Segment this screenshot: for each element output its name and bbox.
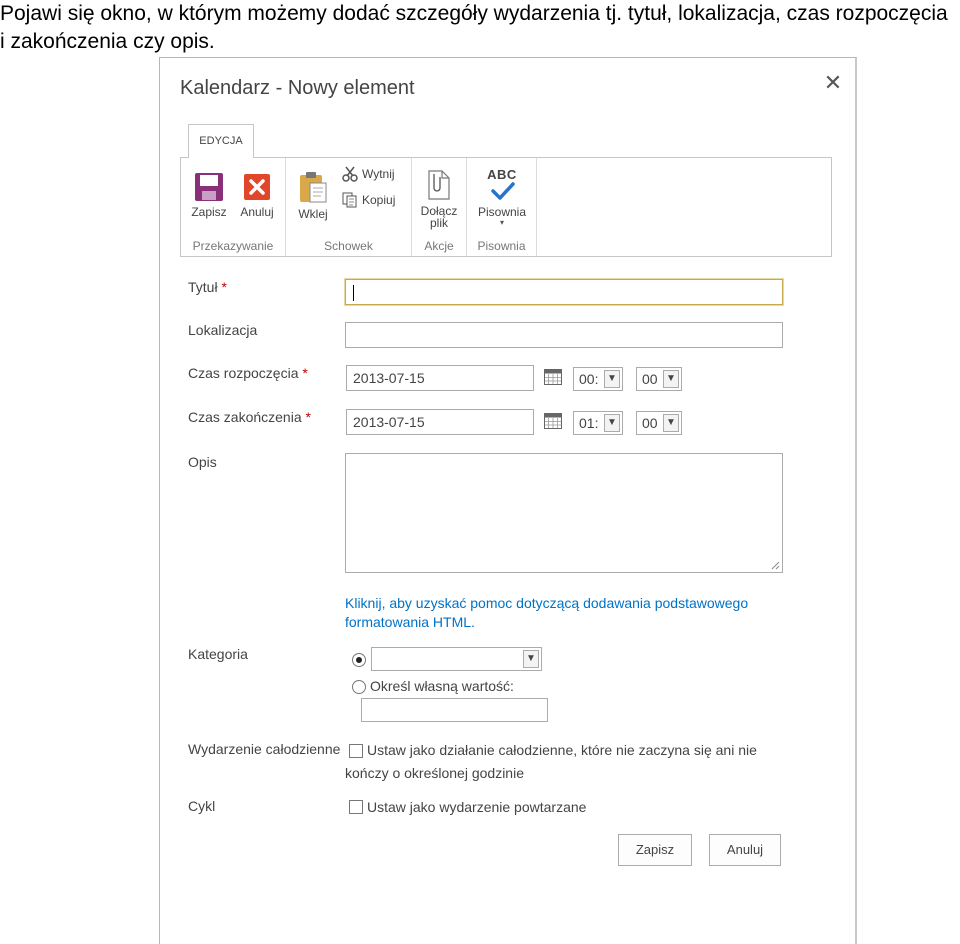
location-input[interactable]	[345, 322, 783, 348]
group-label-commit: Przekazywanie	[192, 239, 274, 253]
chevron-down-icon: ▼	[663, 414, 679, 432]
start-minute-select[interactable]: 00 ▼	[636, 367, 682, 391]
copy-icon	[342, 192, 357, 208]
attach-label-line2: plik	[429, 216, 448, 230]
ribbon-group-clipboard: Wklej Wytnij Kopiuj Schowek	[286, 158, 412, 256]
attach-icon	[428, 170, 450, 200]
start-time-label: Czas rozpoczęcia *	[188, 365, 308, 381]
resize-handle-icon[interactable]	[771, 561, 780, 570]
custom-value-radio[interactable]	[352, 680, 366, 694]
description-label: Opis	[188, 454, 217, 470]
check-mark-icon	[491, 182, 515, 200]
start-calendar-icon[interactable]	[544, 369, 562, 385]
start-time-label-text: Czas rozpoczęcia	[188, 365, 299, 381]
chevron-down-icon: ▼	[523, 650, 539, 668]
required-marker: *	[302, 365, 308, 381]
copy-button-label: Kopiuj	[362, 193, 396, 207]
spelling-button[interactable]: ABC Pisownia ▾	[471, 167, 533, 227]
save-button[interactable]: Zapisz	[189, 172, 229, 219]
title-label: Tytuł *	[188, 279, 227, 295]
group-label-clipboard: Schowek	[324, 239, 373, 253]
chevron-down-icon: ▼	[604, 414, 620, 432]
end-time-label: Czas zakończenia *	[188, 409, 311, 425]
close-icon[interactable]: ✕	[822, 72, 844, 94]
save-button[interactable]: Zapisz	[618, 834, 692, 866]
caption: Pojawi się okno, w którym możemy dodać s…	[0, 0, 960, 56]
cut-button-label: Wytnij	[362, 167, 395, 181]
category-choice-radio[interactable]	[352, 653, 366, 667]
end-calendar-icon[interactable]	[544, 413, 562, 429]
chevron-down-icon: ▼	[663, 370, 679, 388]
start-date-input[interactable]: 2013-07-15	[346, 365, 534, 391]
start-minute-value: 00	[642, 371, 658, 387]
end-date-input[interactable]: 2013-07-15	[346, 409, 534, 435]
custom-category-input[interactable]	[361, 698, 548, 722]
all-day-checkbox[interactable]	[349, 744, 363, 758]
cut-button[interactable]: Wytnij	[342, 166, 395, 182]
save-icon	[195, 173, 223, 201]
description-textarea[interactable]	[345, 453, 783, 573]
paste-button-label: Wklej	[298, 207, 328, 221]
spelling-button-label: Pisownia	[477, 205, 527, 219]
save-button-label: Zapisz	[191, 205, 227, 219]
recurrence-checkbox[interactable]	[349, 800, 363, 814]
title-label-text: Tytuł	[188, 279, 218, 295]
cancel-icon	[244, 174, 270, 200]
ribbon-group-commit: Zapisz Anuluj Przekazywanie	[181, 158, 286, 256]
end-hour-value: 01:	[579, 415, 599, 431]
tab-edycja[interactable]: EDYCJA	[188, 124, 254, 158]
end-minute-value: 00	[642, 415, 658, 431]
caption-line-1: Pojawi się okno, w którym możemy dodać s…	[0, 2, 948, 25]
paste-button[interactable]: Wklej	[294, 170, 332, 221]
cancel-button[interactable]: Anuluj	[709, 834, 781, 866]
chevron-down-icon: ▼	[604, 370, 620, 388]
required-marker: *	[221, 279, 227, 295]
spelling-badge: ABC	[487, 167, 517, 182]
caption-line-2: i zakończenia czy opis.	[0, 30, 215, 53]
ribbon: Zapisz Anuluj Przekazywanie Wklej Wytnij…	[180, 157, 832, 257]
ribbon-group-spelling: ABC Pisownia ▾ Pisownia	[467, 158, 537, 256]
spelling-icon: ABC	[482, 167, 522, 203]
title-input[interactable]	[345, 279, 783, 305]
paste-icon	[300, 172, 327, 203]
attach-file-button[interactable]: Dołącz plik	[416, 168, 462, 229]
category-select[interactable]: ▼	[371, 647, 542, 671]
recurrence-label: Cykl	[188, 798, 216, 814]
copy-button[interactable]: Kopiuj	[342, 192, 395, 208]
text-caret	[353, 285, 354, 301]
required-marker: *	[305, 409, 311, 425]
all-day-text-line2: kończy o określonej godzinie	[345, 765, 524, 781]
group-label-spelling: Pisownia	[477, 239, 526, 253]
cancel-button[interactable]: Anuluj	[236, 172, 278, 219]
ribbon-group-actions: Dołącz plik Akcje	[412, 158, 467, 256]
end-hour-select[interactable]: 01: ▼	[573, 411, 623, 435]
category-label: Kategoria	[188, 646, 248, 662]
custom-value-label: Określ własną wartość:	[370, 678, 514, 694]
chevron-down-icon: ▾	[499, 218, 504, 227]
group-label-actions: Akcje	[424, 239, 454, 253]
start-hour-value: 00:	[579, 371, 599, 387]
all-day-text-line1: Ustaw jako działanie całodzienne, które …	[367, 742, 757, 758]
all-day-label: Wydarzenie całodzienne	[188, 741, 341, 757]
location-label: Lokalizacja	[188, 322, 258, 338]
end-time-label-text: Czas zakończenia	[188, 409, 302, 425]
cut-icon	[342, 166, 358, 182]
start-hour-select[interactable]: 00: ▼	[573, 367, 623, 391]
dialog-title: Kalendarz - Nowy element	[180, 77, 415, 99]
new-item-dialog: Kalendarz - Nowy element ✕ EDYCJA Zapisz…	[159, 57, 857, 944]
recurrence-text: Ustaw jako wydarzenie powtarzane	[367, 799, 587, 815]
end-minute-select[interactable]: 00 ▼	[636, 411, 682, 435]
html-help-link[interactable]: Kliknij, aby uzyskać pomoc dotyczącą dod…	[345, 594, 775, 632]
cancel-button-label: Anuluj	[240, 205, 274, 219]
